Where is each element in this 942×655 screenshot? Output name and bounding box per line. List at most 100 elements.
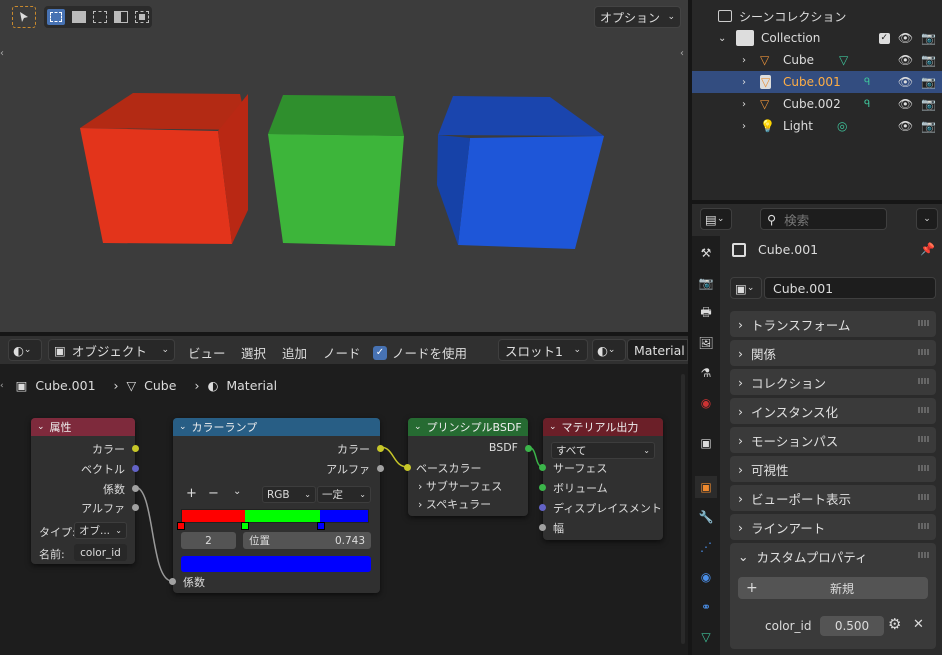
- grip-icon[interactable]: [918, 523, 930, 529]
- grip-icon[interactable]: [918, 378, 930, 384]
- camera-icon[interactable]: 📷: [921, 97, 936, 111]
- output-target-dropdown[interactable]: すべて ⌄: [551, 442, 655, 459]
- collection-row[interactable]: ⌄ Collection ✓ 👁 📷: [692, 27, 942, 49]
- node-scrollbar[interactable]: [681, 374, 685, 644]
- blue-cube[interactable]: [437, 96, 604, 249]
- expand-chevron-icon[interactable]: ›: [742, 55, 746, 66]
- object-type-dropdown[interactable]: ▣ オブジェクト ⌄: [48, 339, 175, 361]
- menu-select[interactable]: 選択: [241, 343, 266, 362]
- eye-icon[interactable]: 👁: [898, 53, 913, 67]
- menu-add[interactable]: 追加: [282, 343, 307, 362]
- color-mode-dropdown[interactable]: RGB ⌄: [262, 486, 316, 503]
- eye-icon[interactable]: 👁: [898, 31, 913, 45]
- color-ramp-node[interactable]: ⌄ カラーランプ カラー アルファ + − ⌄ RGB ⌄ 一定 ⌄ 2 位置 0.74…: [169, 418, 384, 593]
- object-browse-dropdown[interactable]: ▣ ⌄: [730, 277, 762, 299]
- grip-icon[interactable]: [918, 465, 930, 471]
- outliner-row-cube-002[interactable]: › ▽ Cube.002 ᑫ 👁 📷: [692, 93, 942, 115]
- panel-instancing[interactable]: › インスタンス化: [730, 398, 936, 424]
- interpolation-dropdown[interactable]: 一定 ⌄: [317, 486, 371, 503]
- particles-tab-icon[interactable]: ⋰: [695, 536, 717, 558]
- light-data-icon[interactable]: ◎: [837, 119, 847, 133]
- color-ramp-node-header[interactable]: ⌄ カラーランプ: [173, 418, 380, 436]
- close-icon[interactable]: ✕: [913, 617, 924, 632]
- attribute-type-dropdown[interactable]: オブ... ⌄: [74, 522, 127, 539]
- data-tab-icon[interactable]: ▽: [695, 626, 717, 648]
- fac-input-socket[interactable]: [169, 578, 176, 585]
- outliner-row-cube-001[interactable]: › ▽ Cube.001 ᑫ 👁 📷: [692, 71, 942, 93]
- stop-color-swatch[interactable]: [181, 556, 371, 572]
- panel-collections[interactable]: › コレクション: [730, 369, 936, 395]
- world-tab-icon[interactable]: ◉: [695, 392, 717, 414]
- attribute-node[interactable]: ⌄ 属性 カラー ベクトル 係数 アルファ タイプ: オブ... ⌄ 名前: col…: [31, 418, 139, 564]
- editor-type-dropdown[interactable]: ▤ ⌄: [700, 208, 732, 230]
- eye-icon[interactable]: 👁: [898, 75, 913, 89]
- new-property-button[interactable]: + 新規: [738, 577, 928, 599]
- volume-input-socket[interactable]: [539, 484, 546, 491]
- expand-chevron-icon[interactable]: ›: [742, 99, 746, 110]
- fac-output-socket[interactable]: [132, 485, 139, 492]
- panel-custom-properties[interactable]: ⌄ カスタムプロパティ: [730, 543, 936, 569]
- modifier-tab-icon[interactable]: 🔧: [695, 506, 717, 528]
- output-tab-icon[interactable]: 🖶: [695, 302, 717, 324]
- gear-icon[interactable]: ⚙: [888, 615, 901, 633]
- remove-stop-icon[interactable]: −: [208, 486, 219, 501]
- displacement-input-socket[interactable]: [539, 504, 546, 511]
- search-input[interactable]: ⚲ 検索: [760, 208, 887, 230]
- view-layer-tab-icon[interactable]: 🖼: [695, 332, 717, 354]
- principled-bsdf-node[interactable]: ⌄ プリンシプルBSDF BSDF ベースカラー › サブサーフェス › スペキュ…: [404, 418, 532, 516]
- expand-chevron-icon[interactable]: ›: [742, 121, 746, 132]
- eye-icon[interactable]: 👁: [898, 119, 913, 133]
- grip-icon[interactable]: [918, 320, 930, 326]
- scene-collection-row[interactable]: シーンコレクション: [692, 5, 942, 27]
- material-output-node[interactable]: ⌄ マテリアル出力 すべて ⌄ サーフェス ボリューム ディスプレイスメント 幅: [539, 418, 663, 540]
- add-stop-icon[interactable]: +: [186, 486, 197, 501]
- base-color-input-socket[interactable]: [404, 464, 411, 471]
- material-browse-dropdown[interactable]: ◐ ⌄: [592, 339, 626, 361]
- bsdf-output-socket[interactable]: [525, 445, 532, 452]
- menu-view[interactable]: ビュー: [188, 343, 226, 362]
- grip-icon[interactable]: [918, 436, 930, 442]
- use-nodes-checkbox[interactable]: ✓: [373, 345, 387, 360]
- panel-transform[interactable]: › トランスフォーム: [730, 311, 936, 337]
- camera-icon[interactable]: 📷: [921, 119, 936, 133]
- camera-icon[interactable]: 📷: [921, 75, 936, 89]
- material-name-field[interactable]: Material: [627, 339, 688, 361]
- camera-icon[interactable]: 📷: [921, 31, 936, 45]
- panel-motion-paths[interactable]: › モーションパス: [730, 427, 936, 453]
- 3d-viewport[interactable]: オプション ⌄ ‹ ‹: [0, 0, 688, 332]
- render-tab-icon[interactable]: 📷: [695, 272, 717, 294]
- menu-node[interactable]: ノード: [323, 343, 361, 362]
- subsurface-expander[interactable]: › サブサーフェス: [418, 478, 502, 494]
- color-output-socket[interactable]: [377, 445, 384, 452]
- use-nodes-toggle[interactable]: ✓ ノードを使用: [373, 343, 467, 362]
- chevron-down-icon[interactable]: ⌄: [233, 486, 241, 497]
- alpha-output-socket[interactable]: [377, 465, 384, 472]
- exclude-checkbox[interactable]: ✓: [878, 32, 890, 44]
- output-node-header[interactable]: ⌄ マテリアル出力: [543, 418, 663, 436]
- green-cube[interactable]: [268, 95, 404, 246]
- grip-icon[interactable]: [918, 552, 930, 558]
- color-output-socket[interactable]: [132, 445, 139, 452]
- object-name-field[interactable]: Cube.001: [764, 277, 936, 299]
- outliner-row-light[interactable]: › 💡 Light ◎ 👁 📷: [692, 115, 942, 137]
- stop-position-field[interactable]: 位置 0.743: [243, 532, 371, 549]
- grip-icon[interactable]: [918, 349, 930, 355]
- ramp-stop-marker[interactable]: [240, 522, 249, 530]
- panel-visibility[interactable]: › 可視性: [730, 456, 936, 482]
- bsdf-node-header[interactable]: ⌄ プリンシプルBSDF: [408, 418, 528, 436]
- ramp-stop-marker[interactable]: [316, 522, 325, 530]
- node-editor-canvas[interactable]: ‹ ▣ Cube.001 › ▽ Cube › ◐ Material ⌄ 属性 カ…: [0, 364, 688, 655]
- color-ramp-bar[interactable]: [181, 509, 369, 523]
- expand-chevron-icon[interactable]: ›: [742, 77, 746, 88]
- custom-prop-value-field[interactable]: 0.500: [820, 616, 884, 636]
- panel-viewport-display[interactable]: › ビューポート表示: [730, 485, 936, 511]
- grip-icon[interactable]: [918, 494, 930, 500]
- red-cube[interactable]: [80, 93, 248, 244]
- mesh-data-icon[interactable]: ▽: [839, 53, 848, 67]
- panel-relations[interactable]: › 関係: [730, 340, 936, 366]
- collapse-chevron-icon[interactable]: ⌄: [718, 33, 726, 44]
- editor-type-dropdown[interactable]: ◐ ⌄: [8, 339, 42, 361]
- outliner-row-cube[interactable]: › ▽ Cube ▽ 👁 📷: [692, 49, 942, 71]
- eye-icon[interactable]: 👁: [898, 97, 913, 111]
- pin-icon[interactable]: 📌: [920, 242, 935, 256]
